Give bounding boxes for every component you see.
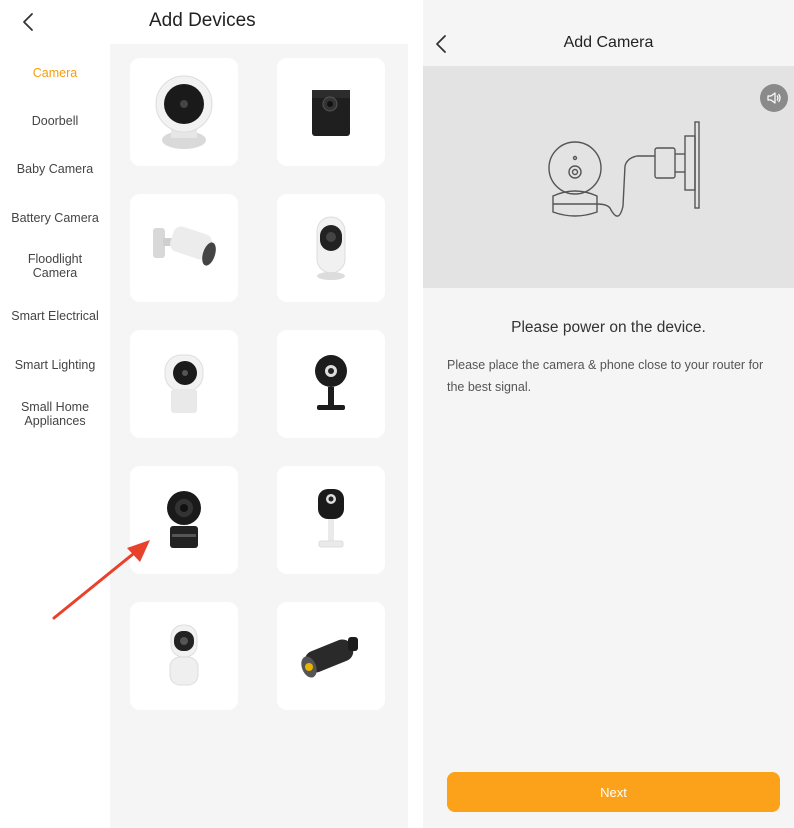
device-card[interactable] <box>277 466 385 574</box>
device-card[interactable] <box>277 330 385 438</box>
category-small-home-appliances[interactable]: Small Home Appliances <box>0 400 110 428</box>
device-grid <box>110 44 408 828</box>
add-devices-screen: Add Devices Camera Doorbell Baby Camera … <box>0 0 410 828</box>
pan-tilt-white-camera-icon <box>169 624 199 686</box>
capsule-camera-icon <box>316 216 346 280</box>
category-baby-camera[interactable]: Baby Camera <box>0 162 110 176</box>
device-card[interactable] <box>277 194 385 302</box>
next-button[interactable]: Next <box>447 772 780 812</box>
device-card[interactable] <box>130 58 238 166</box>
device-card[interactable] <box>277 58 385 166</box>
bullet-outdoor-camera-icon <box>153 226 216 266</box>
step-title: Please power on the device. <box>511 319 706 336</box>
category-doorbell[interactable]: Doorbell <box>0 114 110 128</box>
category-camera[interactable]: Camera <box>0 66 110 80</box>
cube-camera-icon <box>312 90 350 136</box>
category-battery-camera[interactable]: Battery Camera <box>0 211 110 225</box>
stand-camera-black-icon <box>315 355 347 410</box>
page-title: Add Devices <box>149 10 256 31</box>
device-card[interactable] <box>130 330 238 438</box>
device-card[interactable] <box>130 602 238 710</box>
category-smart-electrical[interactable]: Smart Electrical <box>0 309 110 323</box>
power-on-illustration <box>423 66 794 288</box>
device-card[interactable] <box>277 602 385 710</box>
bullet-black-camera-icon <box>301 637 358 678</box>
category-smart-lighting[interactable]: Smart Lighting <box>0 358 110 372</box>
step-description: Please place the camera & phone close to… <box>447 358 764 394</box>
add-camera-screen: Add Camera Please power on the device. P… <box>423 0 794 828</box>
back-button[interactable] <box>14 8 42 36</box>
stand-camera-white-icon <box>318 489 344 548</box>
camera-plug-illustration <box>548 121 700 217</box>
device-card[interactable] <box>130 194 238 302</box>
chevron-left-icon <box>23 13 33 31</box>
dome-camera-icon <box>155 75 213 149</box>
desk-camera-icon <box>164 354 204 413</box>
page-title: Add Camera <box>563 34 654 51</box>
device-card[interactable] <box>130 466 238 574</box>
category-floodlight-camera[interactable]: Floodlight Camera <box>0 252 110 280</box>
pan-tilt-black-camera-icon <box>167 491 201 548</box>
